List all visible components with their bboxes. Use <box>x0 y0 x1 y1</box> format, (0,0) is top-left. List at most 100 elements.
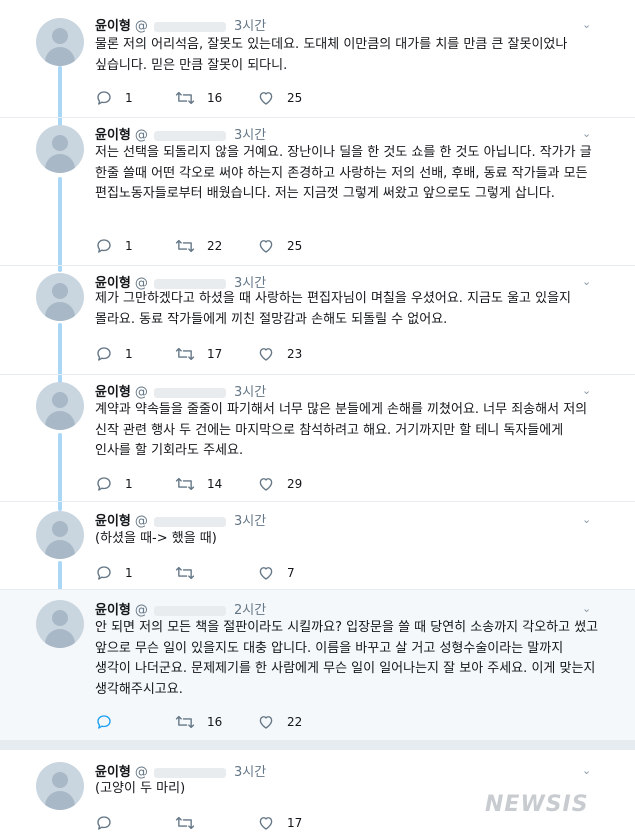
avatar[interactable] <box>36 382 84 430</box>
avatar[interactable] <box>36 18 84 66</box>
reply-button[interactable] <box>95 711 125 733</box>
retweet-button[interactable]: 16 <box>175 87 222 109</box>
tweet-text: 저는 선택을 되돌리지 않을 거예요. 장난이나 딜을 한 것도 쇼를 한 것도… <box>95 145 592 201</box>
timestamp[interactable]: 3시간 <box>234 510 266 529</box>
retweet-count: 16 <box>207 715 223 729</box>
retweet-icon <box>175 239 195 253</box>
retweet-count: 22 <box>207 239 223 253</box>
like-button[interactable]: 29 <box>257 473 302 495</box>
tweet[interactable]: 윤이형 @ 3시간 ⌄ 물론 저의 어리석음, 잘못도 있는데요. 도대체 이만큼… <box>0 0 635 120</box>
timestamp[interactable]: 3시간 <box>234 381 266 400</box>
redacted-handle <box>153 767 226 778</box>
retweet-button[interactable]: 17 <box>175 343 222 365</box>
retweet-count: 17 <box>207 347 223 361</box>
reply-icon <box>97 347 111 361</box>
tweet-text: 물론 저의 어리석음, 잘못도 있는데요. 도대체 이만큼의 대가를 치를 만큼… <box>95 37 568 73</box>
like-count: 17 <box>287 816 303 830</box>
retweet-button[interactable] <box>175 562 207 584</box>
display-name[interactable]: 윤이형 <box>95 19 131 34</box>
tweet-text: 제가 그만하겠다고 하셨을 때 사랑하는 편집자님이 며칠을 우셨어요. 지금도… <box>95 291 572 327</box>
tweet-header: 윤이형 @ 3시간 <box>95 761 266 781</box>
like-count: 25 <box>287 91 303 105</box>
newsis-watermark: NEWSIS <box>485 792 589 817</box>
handle[interactable]: @ <box>135 514 148 529</box>
retweet-icon <box>175 91 195 105</box>
reply-button[interactable] <box>95 812 125 834</box>
reply-button[interactable]: 1 <box>95 473 133 495</box>
heart-icon <box>259 92 273 105</box>
handle[interactable]: @ <box>135 603 148 618</box>
like-button[interactable]: 17 <box>257 812 302 834</box>
retweet-icon <box>175 477 195 491</box>
avatar[interactable] <box>36 511 84 559</box>
tweet[interactable]: 윤이형 @ 3시간 ⌄ 계약과 약속들을 줄줄이 파기해서 너무 많은 분들에게 … <box>0 375 635 503</box>
heart-icon <box>259 817 273 830</box>
retweet-button[interactable] <box>175 812 207 834</box>
reply-button[interactable]: 1 <box>95 562 133 584</box>
like-count: 23 <box>287 347 303 361</box>
retweet-count: 14 <box>207 477 223 491</box>
timestamp[interactable]: 3시간 <box>234 15 266 34</box>
like-count: 29 <box>287 477 303 491</box>
display-name[interactable]: 윤이형 <box>95 385 131 400</box>
avatar[interactable] <box>36 762 84 810</box>
tweet[interactable]: 윤이형 @ 3시간 ⌄ 제가 그만하겠다고 하셨을 때 사랑하는 편집자님이 며칠… <box>0 266 635 376</box>
tweet-text: 계약과 약속들을 줄줄이 파기해서 너무 많은 분들에게 손해를 끼쳤어요. 너… <box>95 402 588 458</box>
heart-icon <box>259 478 273 491</box>
avatar[interactable] <box>36 273 84 321</box>
reply-button[interactable]: 1 <box>95 235 133 257</box>
heart-icon <box>259 716 273 729</box>
handle[interactable]: @ <box>135 385 148 400</box>
like-button[interactable]: 25 <box>257 235 302 257</box>
retweet-icon <box>175 566 195 580</box>
reply-button[interactable]: 1 <box>95 343 133 365</box>
reply-icon <box>97 715 111 729</box>
tweet-header: 윤이형 @ 2시간 <box>95 599 266 619</box>
retweet-button[interactable]: 14 <box>175 473 222 495</box>
reply-count: 1 <box>125 566 133 580</box>
chevron-down-icon[interactable]: ⌄ <box>582 384 591 397</box>
display-name[interactable]: 윤이형 <box>95 765 131 780</box>
tweet-highlighted[interactable]: 윤이형 @ 2시간 ⌄ 안 되면 저의 모든 책을 절판이라도 시킬까요? 입장문… <box>0 590 635 740</box>
chevron-down-icon[interactable]: ⌄ <box>582 764 591 777</box>
like-button[interactable]: 23 <box>257 343 302 365</box>
chevron-down-icon[interactable]: ⌄ <box>582 602 591 615</box>
chevron-down-icon[interactable]: ⌄ <box>582 127 591 140</box>
tweet[interactable]: 윤이형 @ 3시간 ⌄ (하셨을 때-> 했을 때) 1 7 <box>0 502 635 590</box>
redacted-handle <box>153 605 226 616</box>
heart-icon <box>259 567 273 580</box>
handle[interactable]: @ <box>135 19 148 34</box>
reply-icon <box>97 477 111 491</box>
avatar[interactable] <box>36 125 84 173</box>
heart-icon <box>259 348 273 361</box>
reply-button[interactable]: 1 <box>95 87 133 109</box>
display-name[interactable]: 윤이형 <box>95 128 131 143</box>
redacted-handle <box>153 21 226 32</box>
like-button[interactable]: 7 <box>257 562 295 584</box>
chevron-down-icon[interactable]: ⌄ <box>582 18 591 31</box>
chevron-down-icon[interactable]: ⌄ <box>582 275 591 288</box>
like-button[interactable]: 25 <box>257 87 302 109</box>
tweet-header: 윤이형 @ 3시간 <box>95 124 266 144</box>
like-count: 7 <box>287 566 295 580</box>
heart-icon <box>259 240 273 253</box>
timestamp[interactable]: 2시간 <box>234 599 266 618</box>
chevron-down-icon[interactable]: ⌄ <box>582 513 591 526</box>
timestamp[interactable]: 3시간 <box>234 124 266 143</box>
retweet-button[interactable]: 22 <box>175 235 222 257</box>
redacted-handle <box>153 387 226 398</box>
retweet-icon <box>175 715 195 729</box>
tweet[interactable]: 윤이형 @ 3시간 ⌄ 저는 선택을 되돌리지 않을 거예요. 장난이나 딜을 한… <box>0 118 635 268</box>
reply-icon <box>97 91 111 105</box>
timestamp[interactable]: 3시간 <box>234 761 266 780</box>
retweet-button[interactable]: 16 <box>175 711 222 733</box>
handle[interactable]: @ <box>135 765 148 780</box>
display-name[interactable]: 윤이형 <box>95 603 131 618</box>
avatar[interactable] <box>36 600 84 648</box>
tweet-header: 윤이형 @ 3시간 <box>95 381 266 401</box>
redacted-handle <box>153 516 226 527</box>
display-name[interactable]: 윤이형 <box>95 514 131 529</box>
handle[interactable]: @ <box>135 128 148 143</box>
section-divider <box>0 740 635 750</box>
like-button[interactable]: 22 <box>257 711 302 733</box>
